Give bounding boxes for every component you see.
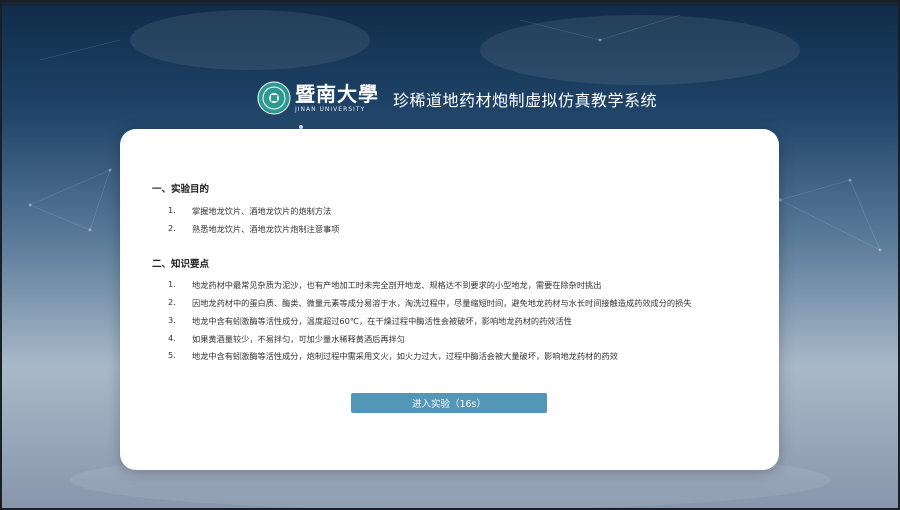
system-title: 珍稀道地药材炮制虚拟仿真教学系统 [393, 91, 658, 110]
list-item-text: 熟悉地龙饮片、酒地龙饮片炮制注意事项 [192, 224, 340, 234]
enter-experiment-button[interactable]: 进入实验（16s） [351, 393, 547, 413]
list-item-text: 因地龙药材中的蛋白质、酶类、微量元素等成分易溶于水，淘洗过程中，尽量缩短时间，避… [192, 298, 692, 308]
list-item-text: 掌握地龙饮片、酒地龙饮片的炮制方法 [192, 206, 332, 216]
list-item-text: 地龙中含有蚓激酶等活性成分，温度超过60℃，在干燥过程中酶活性会被破坏，影响地龙… [192, 316, 572, 326]
university-name-en: JINAN UNIVERSITY [295, 105, 366, 113]
list-item: 4. 如果黄酒量较少，不易拌匀，可加少量水稀释黄酒后再拌匀 [168, 333, 405, 345]
list-item: 1. 掌握地龙饮片、酒地龙饮片的炮制方法 [168, 205, 331, 217]
list-item-text: 如果黄酒量较少，不易拌匀，可加少量水稀释黄酒后再拌匀 [192, 334, 405, 344]
list-item-number: 1. [168, 279, 176, 289]
list-item: 3. 地龙中含有蚓激酶等活性成分，温度超过60℃，在干燥过程中酶活性会被破坏，影… [168, 315, 572, 327]
list-item-number: 1. [168, 205, 176, 215]
list-item-number: 2. [168, 297, 176, 307]
university-name-cn: 暨南大學 [295, 81, 379, 106]
intro-card: 一、实验目的 1. 掌握地龙饮片、酒地龙饮片的炮制方法 2. 熟悉地龙饮片、酒地… [120, 129, 779, 470]
list-item: 2. 熟悉地龙饮片、酒地龙饮片炮制注意事项 [168, 223, 339, 235]
section-title-knowledge: 二、知识要点 [152, 259, 210, 270]
list-item-number: 2. [168, 223, 176, 233]
list-item-text: 地龙药材中最常见杂质为泥沙，也有产地加工时未完全剖开地龙、规格达不到要求的小型地… [192, 280, 602, 290]
list-item: 2. 因地龙药材中的蛋白质、酶类、微量元素等成分易溶于水，淘洗过程中，尽量缩短时… [168, 297, 691, 309]
list-item-number: 4. [168, 333, 176, 343]
app-screen: 暨南大學 JINAN UNIVERSITY 珍稀道地药材炮制虚拟仿真教学系统 一… [0, 0, 900, 510]
university-emblem-icon [257, 81, 291, 115]
list-item-number: 5. [168, 350, 176, 360]
university-logo: 暨南大學 JINAN UNIVERSITY [257, 78, 379, 118]
list-item: 5. 地龙中含有蚓激酶等活性成分，炮制过程中需采用文火，如火力过大，过程中酶活会… [168, 350, 618, 362]
list-item-number: 3. [168, 315, 176, 325]
list-item-text: 地龙中含有蚓激酶等活性成分，炮制过程中需采用文火，如火力过大，过程中酶活会被大量… [192, 351, 618, 361]
section-title-objectives: 一、实验目的 [152, 184, 210, 195]
list-item: 1. 地龙药材中最常见杂质为泥沙，也有产地加工时未完全剖开地龙、规格达不到要求的… [168, 279, 601, 291]
